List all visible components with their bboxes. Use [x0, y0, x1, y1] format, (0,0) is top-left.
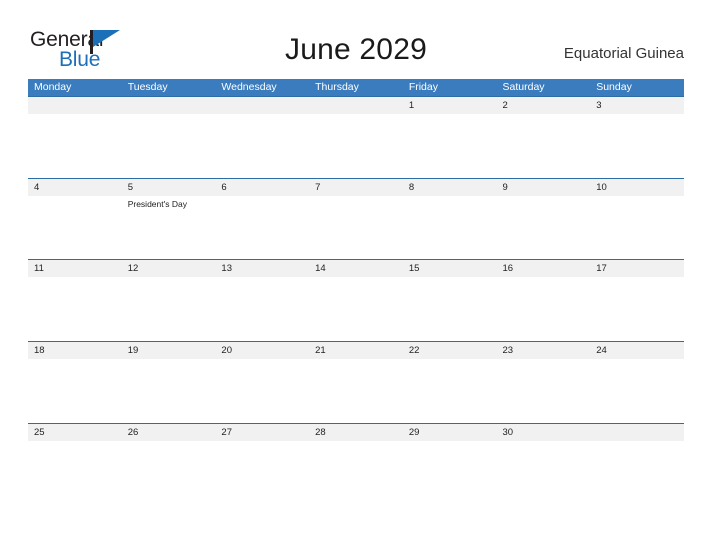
day-number[interactable]: 4 [28, 179, 122, 196]
day-number[interactable]: 9 [497, 179, 591, 196]
weekday-header-friday: Friday [408, 81, 438, 93]
day-number[interactable]: 15 [403, 260, 497, 277]
locale-label: Equatorial Guinea [563, 45, 684, 62]
day-number[interactable]: 26 [122, 424, 216, 441]
day-cell[interactable] [497, 359, 591, 423]
day-number[interactable]: 18 [28, 342, 122, 359]
day-cell[interactable] [497, 196, 591, 259]
day-number[interactable] [28, 97, 122, 114]
day-cell[interactable] [590, 441, 684, 541]
day-number[interactable]: 7 [309, 179, 403, 196]
day-cell[interactable] [497, 114, 591, 178]
weekday-header-monday: Monday [34, 81, 72, 93]
day-cell[interactable] [28, 196, 122, 259]
calendar-grid: Monday Tuesday Wednesday Thursday Friday… [28, 79, 684, 541]
day-cell[interactable] [122, 359, 216, 423]
day-cell[interactable] [122, 114, 216, 178]
weekday-header-row: Monday Tuesday Wednesday Thursday Friday… [28, 79, 684, 96]
day-number[interactable]: 25 [28, 424, 122, 441]
day-cell[interactable] [28, 114, 122, 178]
day-cell[interactable] [215, 441, 309, 541]
day-cell[interactable] [309, 114, 403, 178]
day-cell[interactable] [215, 114, 309, 178]
week-date-band: 25 26 27 28 29 30 [28, 424, 684, 441]
week-event-band [28, 359, 684, 423]
day-number[interactable]: 29 [403, 424, 497, 441]
day-cell[interactable] [590, 277, 684, 341]
day-cell[interactable] [590, 114, 684, 178]
week-event-band: President's Day [28, 196, 684, 259]
day-number[interactable]: 16 [497, 260, 591, 277]
day-number[interactable]: 1 [403, 97, 497, 114]
weekday-header-sunday: Sunday [596, 81, 632, 93]
day-cell[interactable] [215, 196, 309, 259]
day-cell[interactable] [309, 196, 403, 259]
weekday-header-thursday: Thursday [315, 81, 359, 93]
day-number[interactable]: 17 [590, 260, 684, 277]
day-number[interactable]: 12 [122, 260, 216, 277]
day-number[interactable]: 21 [309, 342, 403, 359]
week-event-band [28, 441, 684, 541]
weekday-header-saturday: Saturday [502, 81, 545, 93]
day-number[interactable]: 13 [215, 260, 309, 277]
day-cell[interactable] [309, 277, 403, 341]
day-number[interactable]: 8 [403, 179, 497, 196]
calendar-event[interactable]: President's Day [128, 199, 212, 210]
day-number[interactable] [309, 97, 403, 114]
day-number[interactable]: 3 [590, 97, 684, 114]
day-cell[interactable] [215, 277, 309, 341]
day-cell[interactable] [497, 277, 591, 341]
day-number[interactable]: 22 [403, 342, 497, 359]
day-number[interactable]: 20 [215, 342, 309, 359]
calendar-week-row: 11 12 13 14 15 16 17 [28, 259, 684, 341]
day-cell[interactable] [590, 359, 684, 423]
day-cell[interactable] [403, 359, 497, 423]
calendar-week-row: 1 2 3 [28, 96, 684, 178]
day-number[interactable]: 2 [497, 97, 591, 114]
day-cell[interactable] [309, 359, 403, 423]
calendar-week-row: 18 19 20 21 22 23 24 [28, 341, 684, 423]
day-cell[interactable] [309, 441, 403, 541]
day-cell[interactable] [122, 441, 216, 541]
day-number[interactable]: 30 [497, 424, 591, 441]
day-cell[interactable] [403, 277, 497, 341]
day-number[interactable]: 6 [215, 179, 309, 196]
weekday-header-wednesday: Wednesday [221, 81, 277, 93]
day-number[interactable]: 14 [309, 260, 403, 277]
day-number[interactable] [122, 97, 216, 114]
week-date-band: 4 5 6 7 8 9 10 [28, 179, 684, 196]
day-cell[interactable] [497, 441, 591, 541]
day-number[interactable]: 24 [590, 342, 684, 359]
day-cell[interactable] [403, 441, 497, 541]
day-cell[interactable] [28, 441, 122, 541]
week-date-band: 11 12 13 14 15 16 17 [28, 260, 684, 277]
day-number[interactable]: 28 [309, 424, 403, 441]
day-number[interactable]: 27 [215, 424, 309, 441]
day-number[interactable]: 19 [122, 342, 216, 359]
week-event-band [28, 114, 684, 178]
day-cell[interactable] [403, 114, 497, 178]
day-number[interactable] [590, 424, 684, 441]
day-cell[interactable]: President's Day [122, 196, 216, 259]
day-number[interactable]: 5 [122, 179, 216, 196]
day-number[interactable]: 10 [590, 179, 684, 196]
day-cell[interactable] [590, 196, 684, 259]
page-header: General Blue June 2029 Equatorial Guinea [0, 0, 712, 78]
day-cell[interactable] [215, 359, 309, 423]
day-number[interactable]: 23 [497, 342, 591, 359]
day-number[interactable]: 11 [28, 260, 122, 277]
weekday-header-tuesday: Tuesday [127, 81, 168, 93]
day-cell[interactable] [28, 277, 122, 341]
day-cell[interactable] [28, 359, 122, 423]
week-date-band: 1 2 3 [28, 97, 684, 114]
day-cell[interactable] [403, 196, 497, 259]
week-date-band: 18 19 20 21 22 23 24 [28, 342, 684, 359]
calendar-week-row: 4 5 6 7 8 9 10 President's Day [28, 178, 684, 259]
calendar-week-row: 25 26 27 28 29 30 [28, 423, 684, 541]
week-event-band [28, 277, 684, 341]
day-number[interactable] [215, 97, 309, 114]
day-cell[interactable] [122, 277, 216, 341]
